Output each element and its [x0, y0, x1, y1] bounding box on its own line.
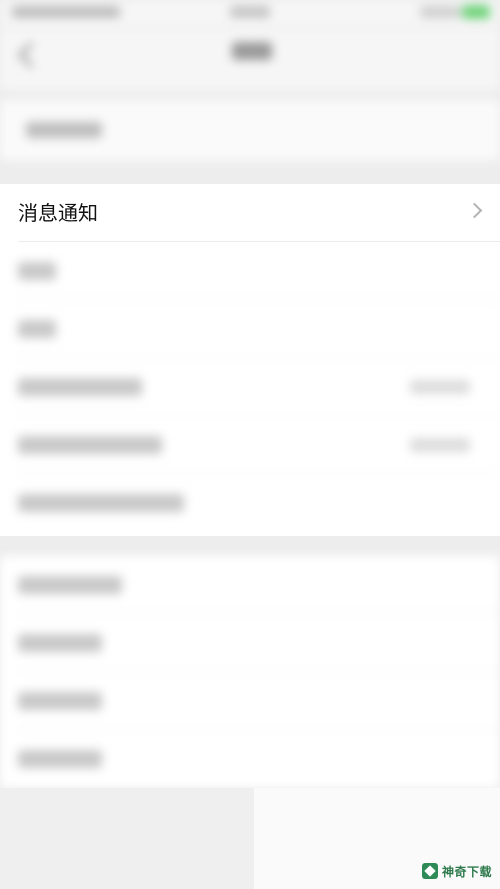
status-bar	[0, 0, 500, 28]
settings-item-placeholder	[18, 378, 142, 396]
status-bar-time	[230, 6, 270, 18]
settings-list: 消息通知	[0, 184, 500, 536]
back-arrow-icon[interactable]	[18, 42, 44, 68]
status-bar-carrier	[12, 6, 120, 18]
chevron-right-icon	[466, 202, 483, 219]
status-bar-indicators	[420, 6, 460, 18]
settings-item[interactable]	[0, 358, 500, 416]
settings-list-secondary	[0, 556, 500, 788]
settings-item[interactable]	[0, 730, 500, 788]
settings-item-value	[410, 380, 470, 394]
settings-item[interactable]	[0, 474, 500, 532]
settings-item[interactable]	[0, 416, 500, 474]
watermark-logo-icon	[422, 863, 438, 879]
settings-item-placeholder	[26, 122, 102, 138]
settings-item-placeholder	[18, 494, 184, 512]
settings-item-message-notification[interactable]: 消息通知	[0, 184, 500, 242]
settings-item[interactable]	[0, 672, 500, 730]
settings-item-placeholder	[18, 750, 102, 768]
settings-item[interactable]	[0, 300, 500, 358]
blurred-settings-items	[0, 242, 500, 536]
navigation-bar	[0, 28, 500, 90]
settings-item-placeholder	[18, 634, 102, 652]
settings-item-placeholder	[18, 436, 162, 454]
settings-item-placeholder	[18, 692, 102, 710]
settings-item-placeholder	[18, 576, 122, 594]
settings-item[interactable]	[0, 614, 500, 672]
settings-item-value	[410, 438, 470, 452]
bottom-panel-left	[0, 788, 254, 889]
page-title	[232, 42, 272, 60]
watermark-text: 神奇下载	[442, 864, 493, 879]
settings-item[interactable]	[0, 242, 500, 300]
settings-item-placeholder	[18, 320, 56, 338]
settings-item[interactable]	[0, 556, 500, 614]
settings-card-top[interactable]	[0, 100, 500, 160]
settings-item-placeholder	[18, 262, 56, 280]
settings-item-label: 消息通知	[18, 201, 98, 225]
watermark: 神奇下载	[422, 860, 492, 882]
battery-icon	[462, 5, 490, 19]
